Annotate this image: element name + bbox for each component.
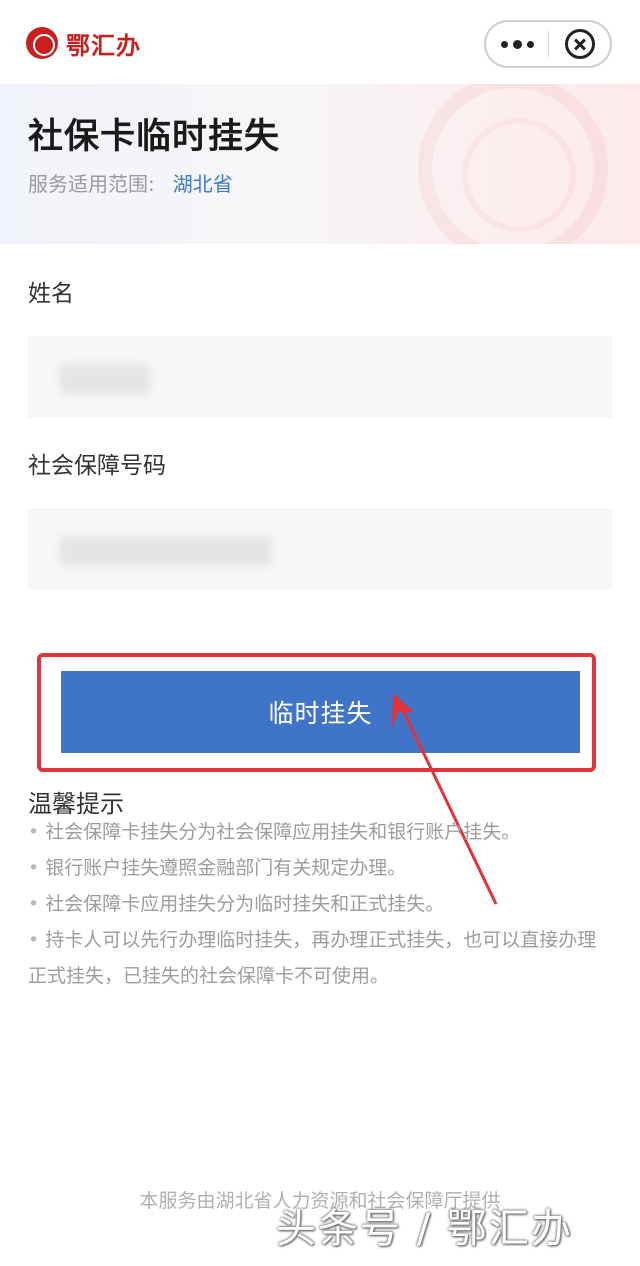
source-watermark: 头条号 / 鄂汇办 bbox=[276, 1206, 573, 1252]
ssn-input[interactable] bbox=[28, 508, 612, 590]
tip-text: 社会保障卡挂失分为社会保障应用挂失和银行账户挂失。 bbox=[45, 821, 521, 843]
temporary-report-loss-button[interactable]: 临时挂失 bbox=[61, 671, 580, 753]
tip-item: • 社会保障卡应用挂失分为临时挂失和正式挂失。 bbox=[28, 886, 613, 922]
close-icon bbox=[564, 29, 595, 59]
app-logo: 鄂汇办 bbox=[26, 26, 141, 60]
more-dots-icon-center bbox=[512, 39, 522, 49]
seal-watermark-icon bbox=[418, 84, 608, 244]
tip-item: • 银行账户挂失遵照金融部门有关规定办理。 bbox=[28, 850, 613, 886]
tip-text: 银行账户挂失遵照金融部门有关规定办理。 bbox=[45, 857, 407, 879]
tip-text: 持卡人可以先行办理临时挂失，再办理正式挂失，也可以直接办理正式挂失，已挂失的社会… bbox=[28, 929, 597, 987]
tip-bullet: • bbox=[28, 857, 40, 879]
more-dots-icon-right bbox=[526, 40, 534, 48]
redacted-name-value bbox=[60, 364, 150, 394]
name-input[interactable] bbox=[28, 336, 612, 418]
tip-bullet: • bbox=[28, 893, 40, 915]
capsule-menu bbox=[484, 20, 612, 68]
name-label: 姓名 bbox=[28, 281, 74, 307]
tip-bullet: • bbox=[28, 929, 40, 951]
ssn-label: 社会保障号码 bbox=[28, 453, 166, 479]
tip-text: 社会保障卡应用挂失分为临时挂失和正式挂失。 bbox=[45, 893, 445, 915]
more-button[interactable] bbox=[486, 22, 548, 66]
tip-bullet: • bbox=[28, 821, 40, 843]
close-button[interactable] bbox=[549, 22, 610, 66]
redacted-ssn-value bbox=[60, 536, 272, 566]
page-header: 社保卡临时挂失 服务适用范围: 湖北省 bbox=[0, 84, 640, 244]
tip-item: • 持卡人可以先行办理临时挂失，再办理正式挂失，也可以直接办理正式挂失，已挂失的社… bbox=[28, 922, 613, 994]
tip-item: • 社会保障卡挂失分为社会保障应用挂失和银行账户挂失。 bbox=[28, 814, 613, 850]
logo-emblem-icon bbox=[26, 27, 58, 59]
scope-value: 湖北省 bbox=[172, 172, 233, 196]
logo-text: 鄂汇办 bbox=[66, 30, 141, 60]
service-scope: 服务适用范围: 湖北省 bbox=[28, 168, 233, 197]
more-dots-icon bbox=[500, 40, 508, 48]
page-title: 社保卡临时挂失 bbox=[28, 117, 281, 157]
scope-label: 服务适用范围: bbox=[28, 172, 155, 196]
mini-program-top-bar: 鄂汇办 bbox=[0, 0, 640, 84]
